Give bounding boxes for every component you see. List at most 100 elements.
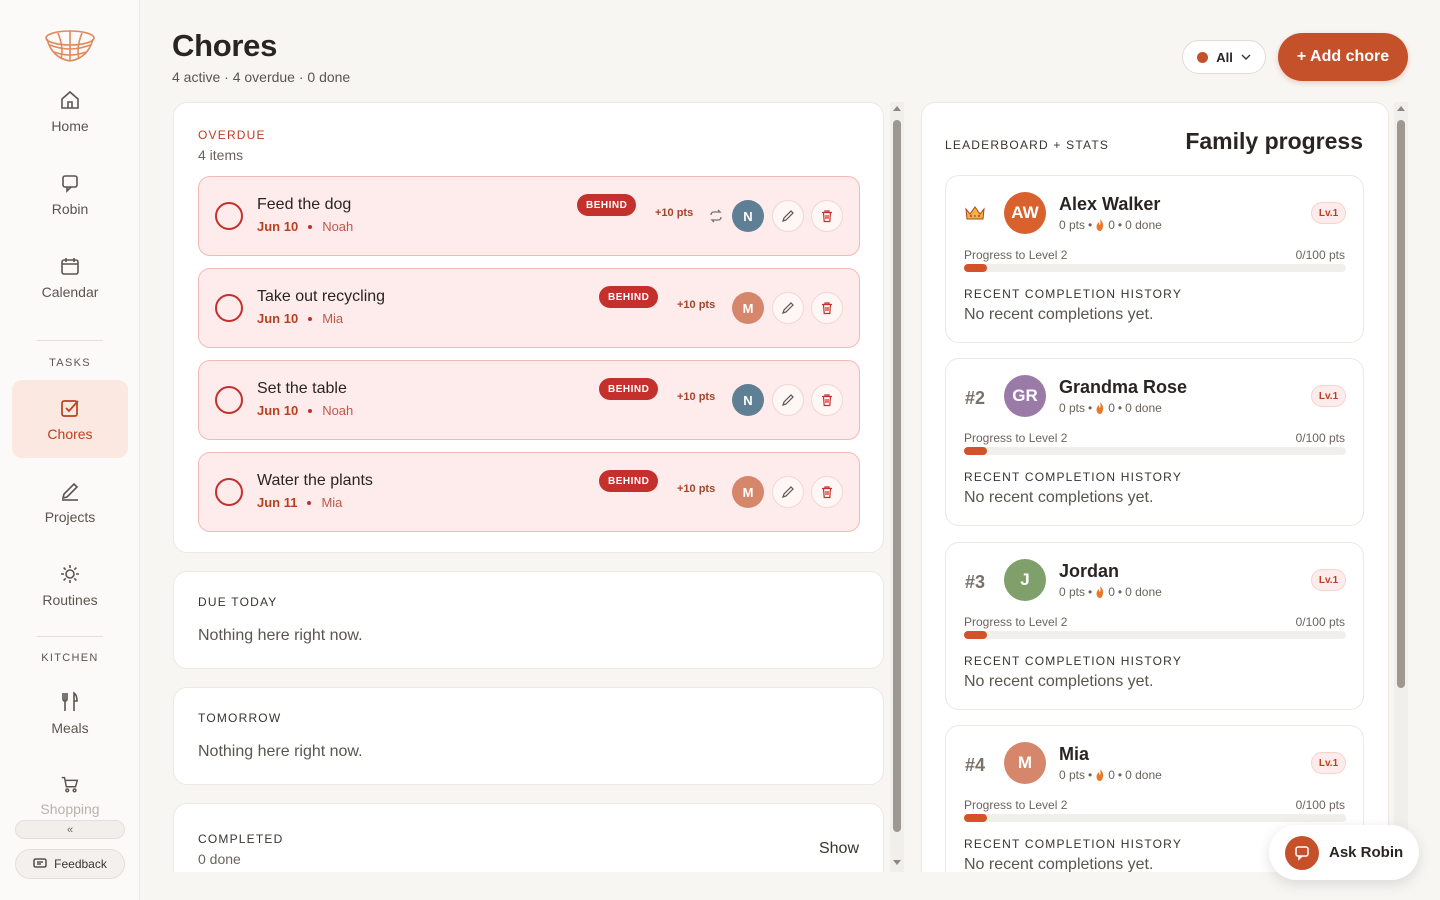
member-avatar: M xyxy=(1004,742,1046,784)
home-icon xyxy=(61,90,79,109)
progress-value: 0/100 pts xyxy=(1295,615,1345,629)
edit-button[interactable] xyxy=(772,292,804,324)
empty-message: Nothing here right now. xyxy=(198,627,363,644)
complete-checkbox[interactable] xyxy=(215,386,243,414)
pencil-icon xyxy=(782,394,794,406)
divider xyxy=(37,340,103,341)
scroll-thumb[interactable] xyxy=(1397,120,1405,688)
scroll-up-arrow[interactable] xyxy=(1397,106,1405,111)
cart-icon xyxy=(61,776,79,793)
chore-item[interactable]: Set the table Jun 10 Noah BEHIND +10 pts … xyxy=(198,360,860,440)
show-completed-button[interactable]: Show xyxy=(819,840,859,858)
member-card: #3 J Jordan 0 pts • 0 • 0 done Lv.1 Progre… xyxy=(945,542,1364,710)
member-points: 0 pts xyxy=(1059,401,1086,415)
chevron-down-icon xyxy=(1241,54,1251,60)
history-empty: No recent completions yet. xyxy=(964,856,1154,872)
chore-item[interactable]: Take out recycling Jun 10 Mia BEHIND +10 … xyxy=(198,268,860,348)
leaderboard-label: LEADERBOARD + STATS xyxy=(945,138,1110,152)
tomorrow-section: TOMORROW Nothing here right now. xyxy=(173,687,884,785)
behind-badge: BEHIND xyxy=(599,286,659,308)
member-done: 0 done xyxy=(1125,585,1162,599)
nav-routines[interactable]: Routines xyxy=(12,546,128,624)
ask-robin-button[interactable]: Ask Robin xyxy=(1269,825,1419,880)
assignee-avatar: M xyxy=(732,292,764,324)
chore-meta: Jun 10 Mia xyxy=(257,311,343,326)
member-avatar: J xyxy=(1004,559,1046,601)
nav-label: Chores xyxy=(47,426,93,442)
member-name: Grandma Rose xyxy=(1059,377,1188,397)
nav-projects[interactable]: Projects xyxy=(12,463,128,541)
overdue-section: OVERDUE 4 items Feed the dog Jun 10 Noah … xyxy=(173,102,884,553)
chore-item[interactable]: Water the plants Jun 11 Mia BEHIND +10 pt… xyxy=(198,452,860,532)
history-label: RECENT COMPLETION HISTORY xyxy=(964,470,1183,484)
scroll-thumb[interactable] xyxy=(893,120,901,832)
basket-logo-icon[interactable] xyxy=(44,26,96,64)
edit-button[interactable] xyxy=(772,384,804,416)
chore-item[interactable]: Feed the dog Jun 10 Noah BEHIND +10 pts N xyxy=(198,176,860,256)
member-name: Jordan xyxy=(1059,561,1120,581)
filter-color-dot xyxy=(1197,51,1209,63)
chore-date: Jun 10 xyxy=(257,403,299,418)
complete-checkbox[interactable] xyxy=(215,202,243,230)
leaderboard-scrollbar[interactable] xyxy=(1394,102,1408,872)
ask-robin-label: Ask Robin xyxy=(1329,844,1404,861)
trash-icon xyxy=(822,394,832,407)
level-badge: Lv.1 xyxy=(1311,202,1346,224)
section-count: 4 items xyxy=(198,147,244,163)
sidebar: Home Robin Calendar TASKS Chores Project… xyxy=(0,0,140,900)
chat-icon xyxy=(62,175,78,193)
add-chore-button[interactable]: + Add chore xyxy=(1278,33,1408,81)
divider xyxy=(37,636,103,637)
nav-meals[interactable]: Meals xyxy=(12,674,128,752)
points-label: +10 pts xyxy=(677,391,716,403)
flame-icon xyxy=(1096,586,1104,598)
delete-button[interactable] xyxy=(811,292,843,324)
chore-title: Take out recycling xyxy=(257,288,386,305)
chores-scrollbar[interactable] xyxy=(890,102,904,872)
nav-calendar[interactable]: Calendar xyxy=(12,238,128,316)
section-title: DUE TODAY xyxy=(198,595,278,609)
progress-label: Progress to Level 2 xyxy=(964,615,1068,629)
history-empty: No recent completions yet. xyxy=(964,673,1154,690)
chore-title: Set the table xyxy=(257,380,347,397)
behind-badge: BEHIND xyxy=(577,194,637,216)
fork-knife-icon xyxy=(62,691,78,711)
crown-icon xyxy=(965,206,985,220)
history-empty: No recent completions yet. xyxy=(964,306,1154,323)
nav-shopping[interactable]: Shopping xyxy=(12,757,128,817)
member-filter-dropdown[interactable]: All xyxy=(1182,40,1266,74)
behind-badge: BEHIND xyxy=(599,470,659,492)
level-badge: Lv.1 xyxy=(1311,569,1346,591)
feedback-button[interactable]: Feedback xyxy=(15,849,125,879)
edit-button[interactable] xyxy=(772,200,804,232)
history-label: RECENT COMPLETION HISTORY xyxy=(964,287,1183,301)
sun-icon xyxy=(61,565,79,583)
page-title: Chores xyxy=(172,28,278,63)
nav-label: Home xyxy=(51,118,89,134)
section-title: COMPLETED xyxy=(198,832,284,846)
member-streak: 0 xyxy=(1108,585,1115,599)
delete-button[interactable] xyxy=(811,476,843,508)
nav-label: Calendar xyxy=(41,284,99,300)
chore-assignee: Mia xyxy=(321,495,343,510)
trash-icon xyxy=(822,486,832,499)
nav-chores[interactable]: Chores xyxy=(12,380,128,458)
nav-home[interactable]: Home xyxy=(12,72,128,150)
progress-bar xyxy=(964,631,1346,639)
feedback-label: Feedback xyxy=(54,857,107,871)
edit-button[interactable] xyxy=(772,476,804,508)
progress-label: Progress to Level 2 xyxy=(964,431,1068,445)
collapse-sidebar-button[interactable]: « xyxy=(15,820,125,839)
member-name: Alex Walker xyxy=(1059,194,1161,214)
delete-button[interactable] xyxy=(811,200,843,232)
trash-icon xyxy=(822,210,832,223)
delete-button[interactable] xyxy=(811,384,843,416)
complete-checkbox[interactable] xyxy=(215,294,243,322)
scroll-down-arrow[interactable] xyxy=(893,860,901,865)
progress-fill xyxy=(964,447,987,455)
chore-title: Water the plants xyxy=(257,472,373,489)
scroll-up-arrow[interactable] xyxy=(893,106,901,111)
history-label: RECENT COMPLETION HISTORY xyxy=(964,837,1183,851)
nav-robin[interactable]: Robin xyxy=(12,155,128,233)
complete-checkbox[interactable] xyxy=(215,478,243,506)
